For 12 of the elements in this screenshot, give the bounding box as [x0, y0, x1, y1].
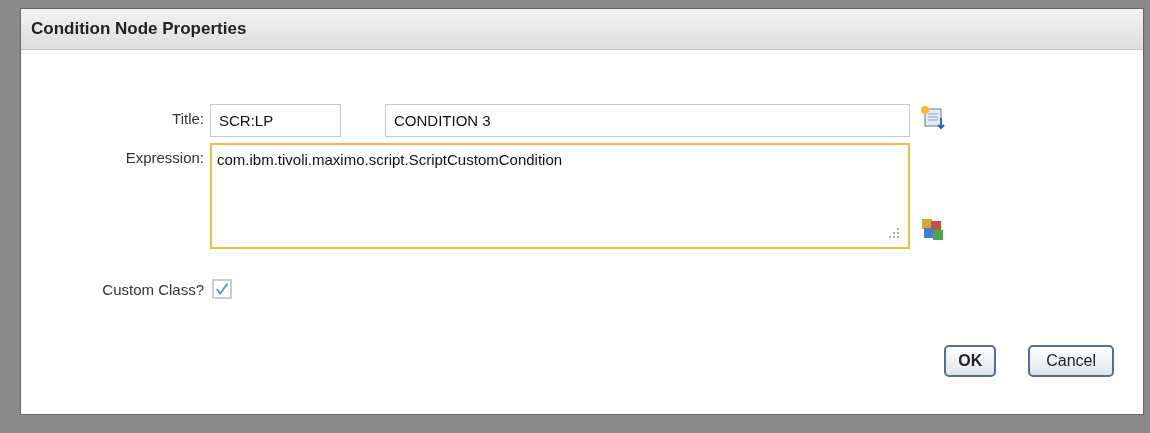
field-label: Custom Class?	[101, 280, 205, 298]
field-label: Expression:	[124, 148, 205, 166]
expression-field[interactable]: com.ibm.tivoli.maximo.script.ScriptCustomCondition	[210, 143, 910, 249]
dialog-button[interactable]: Cancel	[1028, 345, 1114, 377]
field-label: Title:	[171, 109, 205, 127]
dialog-title: Condition Node Properties	[31, 19, 247, 39]
description-field[interactable]: CONDITION 3	[385, 104, 910, 137]
resize-grip-icon[interactable]	[888, 227, 900, 239]
document-icon[interactable]	[919, 104, 947, 132]
custom-class-checkbox[interactable]	[212, 279, 232, 299]
dialog-button[interactable]: OK	[944, 345, 997, 377]
code-field[interactable]: SCR:LP	[210, 104, 341, 137]
